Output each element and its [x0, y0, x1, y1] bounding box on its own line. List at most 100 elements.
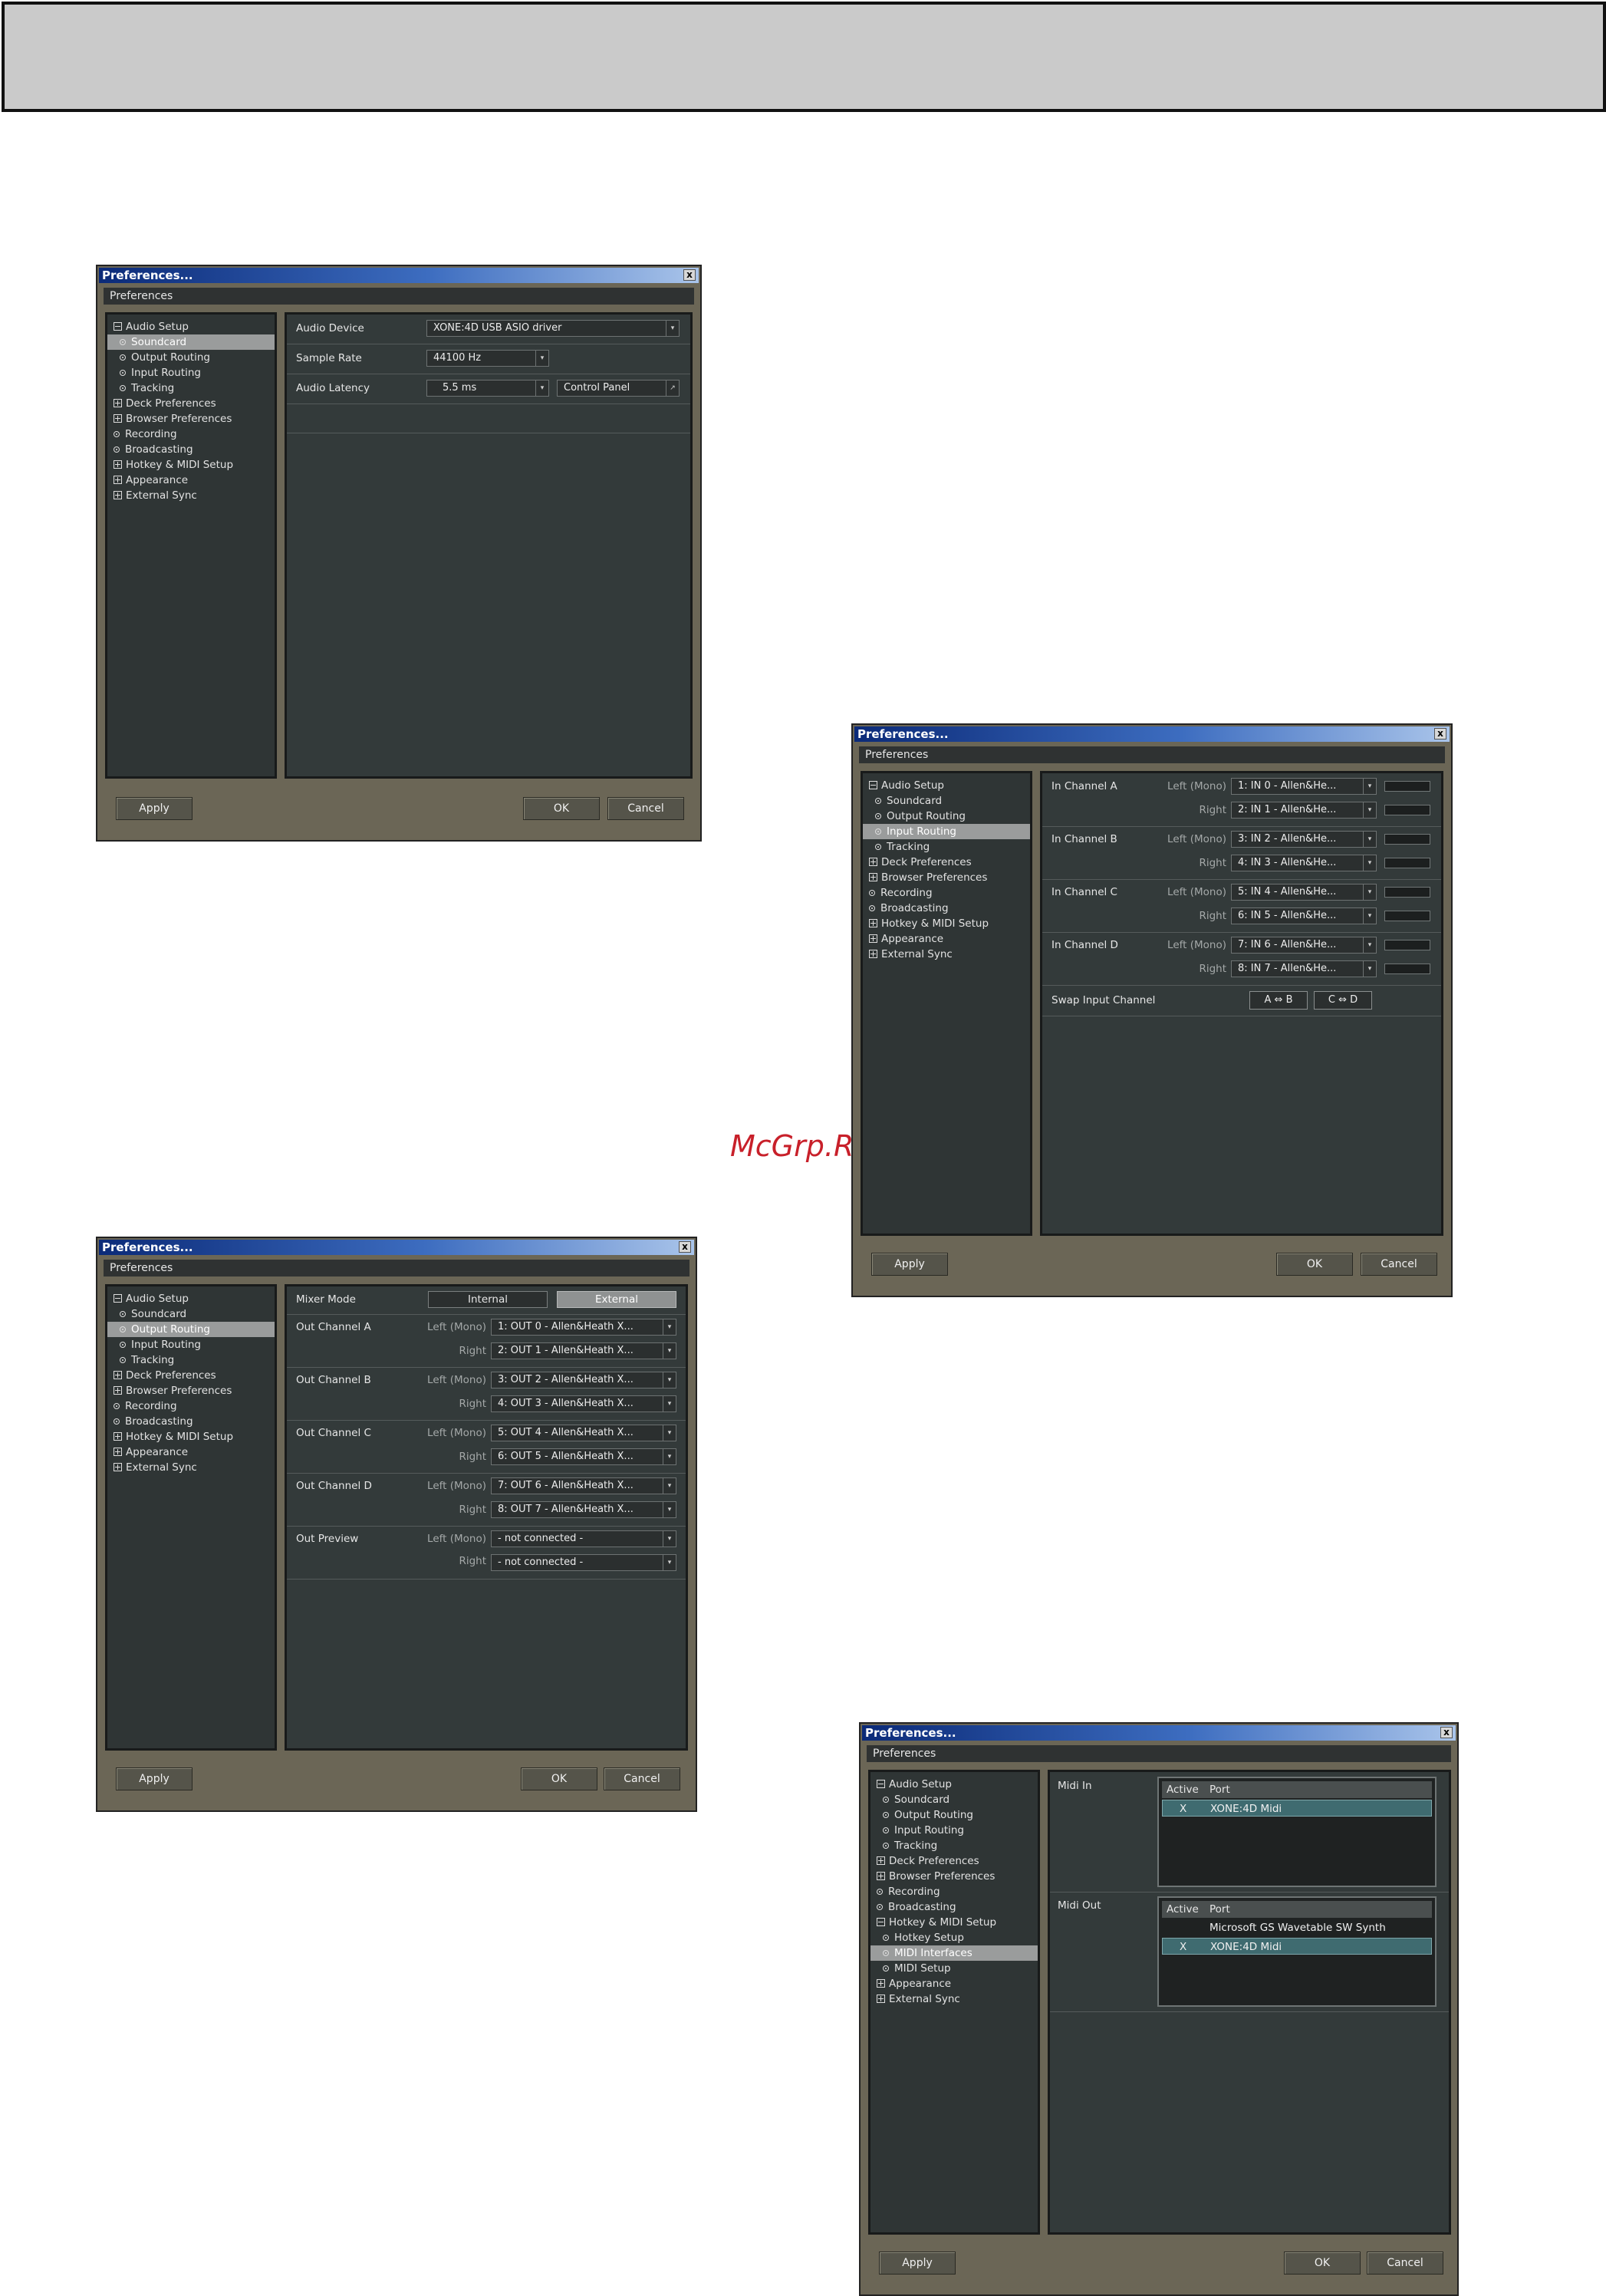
- in-a-left-dropdown[interactable]: 1: IN 0 - Allen&He... ▾: [1231, 778, 1377, 795]
- tree-tracking[interactable]: Tracking: [863, 839, 1030, 855]
- tree-soundcard[interactable]: Soundcard: [107, 334, 275, 350]
- tree-broadcasting[interactable]: Broadcasting: [863, 901, 1030, 916]
- tree-external-sync[interactable]: External Sync: [107, 488, 275, 503]
- window-titlebar[interactable]: Preferences... x: [854, 726, 1450, 742]
- window-titlebar[interactable]: Preferences... x: [862, 1725, 1456, 1741]
- tree-output-routing[interactable]: Output Routing: [107, 350, 275, 365]
- out-c-left-dropdown[interactable]: 5: OUT 4 - Allen&Heath X... ▾: [491, 1425, 676, 1441]
- tree-browser-preferences[interactable]: Browser Preferences: [107, 1383, 275, 1398]
- tree-soundcard[interactable]: Soundcard: [107, 1306, 275, 1322]
- tree-midi-setup[interactable]: MIDI Setup: [870, 1961, 1038, 1976]
- apply-button[interactable]: Apply: [879, 2252, 956, 2275]
- table-row[interactable]: Microsoft GS Wavetable SW Synth: [1162, 1919, 1432, 1936]
- mixer-mode-external[interactable]: External: [557, 1291, 676, 1308]
- ok-button[interactable]: OK: [1276, 1253, 1353, 1276]
- out-a-left-dropdown[interactable]: 1: OUT 0 - Allen&Heath X... ▾: [491, 1319, 676, 1336]
- audio-device-dropdown[interactable]: XONE:4D USB ASIO driver ▾: [426, 320, 680, 337]
- close-icon[interactable]: x: [679, 1241, 691, 1253]
- cancel-button[interactable]: Cancel: [1367, 2252, 1443, 2275]
- tree-tracking[interactable]: Tracking: [107, 1352, 275, 1368]
- close-icon[interactable]: x: [1440, 1727, 1453, 1738]
- table-row[interactable]: X XONE:4D Midi: [1162, 1800, 1432, 1817]
- close-icon[interactable]: x: [683, 269, 696, 281]
- tree-deck-preferences[interactable]: Deck Preferences: [870, 1853, 1038, 1869]
- in-b-left-dropdown[interactable]: 3: IN 2 - Allen&He... ▾: [1231, 831, 1377, 848]
- tree-browser-preferences[interactable]: Browser Preferences: [863, 870, 1030, 885]
- tree-audio-setup[interactable]: Audio Setup: [107, 1291, 275, 1306]
- tree-input-routing[interactable]: Input Routing: [107, 365, 275, 380]
- ok-button[interactable]: OK: [523, 797, 600, 820]
- tree-broadcasting[interactable]: Broadcasting: [107, 442, 275, 457]
- tree-output-routing[interactable]: Output Routing: [107, 1322, 275, 1337]
- tree-audio-setup[interactable]: Audio Setup: [870, 1777, 1038, 1792]
- tree-audio-setup[interactable]: Audio Setup: [107, 319, 275, 334]
- tree-appearance[interactable]: Appearance: [107, 473, 275, 488]
- tree-browser-preferences[interactable]: Browser Preferences: [870, 1869, 1038, 1884]
- tree-recording[interactable]: Recording: [870, 1884, 1038, 1899]
- tree-tracking[interactable]: Tracking: [870, 1838, 1038, 1853]
- tree-external-sync[interactable]: External Sync: [863, 947, 1030, 962]
- tree-deck-preferences[interactable]: Deck Preferences: [863, 855, 1030, 870]
- tree-hotkey-midi-setup[interactable]: Hotkey & MIDI Setup: [870, 1915, 1038, 1930]
- tree-audio-setup[interactable]: Audio Setup: [863, 778, 1030, 793]
- mixer-mode-internal[interactable]: Internal: [428, 1291, 548, 1308]
- in-d-right-dropdown[interactable]: 8: IN 7 - Allen&He... ▾: [1231, 960, 1377, 977]
- tree-browser-preferences[interactable]: Browser Preferences: [107, 411, 275, 427]
- tree-output-routing[interactable]: Output Routing: [863, 809, 1030, 824]
- tree-recording[interactable]: Recording: [107, 1398, 275, 1414]
- in-a-right-dropdown[interactable]: 2: IN 1 - Allen&He... ▾: [1231, 802, 1377, 819]
- tree-appearance[interactable]: Appearance: [870, 1976, 1038, 1991]
- out-a-right-dropdown[interactable]: 2: OUT 1 - Allen&Heath X... ▾: [491, 1342, 676, 1359]
- tree-hotkey-setup[interactable]: Hotkey Setup: [870, 1930, 1038, 1945]
- window-titlebar[interactable]: Preferences... x: [99, 268, 699, 283]
- out-preview-left-dropdown[interactable]: - not connected - ▾: [491, 1530, 676, 1547]
- in-c-right-dropdown[interactable]: 6: IN 5 - Allen&He... ▾: [1231, 908, 1377, 924]
- swap-ab-button[interactable]: A ⇔ B: [1249, 991, 1308, 1010]
- cancel-button[interactable]: Cancel: [604, 1767, 680, 1790]
- tree-input-routing[interactable]: Input Routing: [107, 1337, 275, 1352]
- out-b-right-dropdown[interactable]: 4: OUT 3 - Allen&Heath X... ▾: [491, 1395, 676, 1412]
- tree-hotkey-midi-setup[interactable]: Hotkey & MIDI Setup: [863, 916, 1030, 931]
- tree-output-routing[interactable]: Output Routing: [870, 1807, 1038, 1823]
- tree-appearance[interactable]: Appearance: [107, 1444, 275, 1460]
- ok-button[interactable]: OK: [1284, 2252, 1361, 2275]
- cancel-button[interactable]: Cancel: [1361, 1253, 1437, 1276]
- tree-deck-preferences[interactable]: Deck Preferences: [107, 396, 275, 411]
- tree-external-sync[interactable]: External Sync: [870, 1991, 1038, 2007]
- control-panel-button[interactable]: Control Panel ↗: [557, 380, 680, 397]
- cancel-button[interactable]: Cancel: [607, 797, 684, 820]
- tree-recording[interactable]: Recording: [107, 427, 275, 442]
- window-titlebar[interactable]: Preferences... x: [99, 1240, 694, 1255]
- tree-input-routing[interactable]: Input Routing: [870, 1823, 1038, 1838]
- audio-latency-dropdown[interactable]: 5.5 ms ▾: [426, 380, 549, 397]
- apply-button[interactable]: Apply: [871, 1253, 948, 1276]
- apply-button[interactable]: Apply: [116, 797, 193, 820]
- tree-broadcasting[interactable]: Broadcasting: [870, 1899, 1038, 1915]
- tree-hotkey-midi-setup[interactable]: Hotkey & MIDI Setup: [107, 1429, 275, 1444]
- swap-cd-button[interactable]: C ⇔ D: [1314, 991, 1372, 1010]
- in-c-left-dropdown[interactable]: 5: IN 4 - Allen&He... ▾: [1231, 884, 1377, 901]
- out-d-left-dropdown[interactable]: 7: OUT 6 - Allen&Heath X... ▾: [491, 1477, 676, 1494]
- tree-appearance[interactable]: Appearance: [863, 931, 1030, 947]
- tree-soundcard[interactable]: Soundcard: [863, 793, 1030, 809]
- out-c-right-dropdown[interactable]: 6: OUT 5 - Allen&Heath X... ▾: [491, 1448, 676, 1465]
- in-b-right-dropdown[interactable]: 4: IN 3 - Allen&He... ▾: [1231, 855, 1377, 871]
- tree-tracking[interactable]: Tracking: [107, 380, 275, 396]
- sample-rate-dropdown[interactable]: 44100 Hz ▾: [426, 350, 549, 367]
- tree-external-sync[interactable]: External Sync: [107, 1460, 275, 1475]
- tree-input-routing[interactable]: Input Routing: [863, 824, 1030, 839]
- out-d-right-dropdown[interactable]: 8: OUT 7 - Allen&Heath X... ▾: [491, 1501, 676, 1518]
- in-d-left-dropdown[interactable]: 7: IN 6 - Allen&He... ▾: [1231, 937, 1377, 954]
- close-icon[interactable]: x: [1434, 728, 1446, 740]
- tree-midi-interfaces[interactable]: MIDI Interfaces: [870, 1945, 1038, 1961]
- tree-hotkey-midi-setup[interactable]: Hotkey & MIDI Setup: [107, 457, 275, 473]
- apply-button[interactable]: Apply: [116, 1767, 193, 1790]
- out-b-left-dropdown[interactable]: 3: OUT 2 - Allen&Heath X... ▾: [491, 1372, 676, 1388]
- tree-broadcasting[interactable]: Broadcasting: [107, 1414, 275, 1429]
- tree-deck-preferences[interactable]: Deck Preferences: [107, 1368, 275, 1383]
- out-preview-right-dropdown[interactable]: - not connected - ▾: [491, 1554, 676, 1571]
- table-row[interactable]: X XONE:4D Midi: [1162, 1938, 1432, 1955]
- ok-button[interactable]: OK: [521, 1767, 597, 1790]
- tree-soundcard[interactable]: Soundcard: [870, 1792, 1038, 1807]
- tree-recording[interactable]: Recording: [863, 885, 1030, 901]
